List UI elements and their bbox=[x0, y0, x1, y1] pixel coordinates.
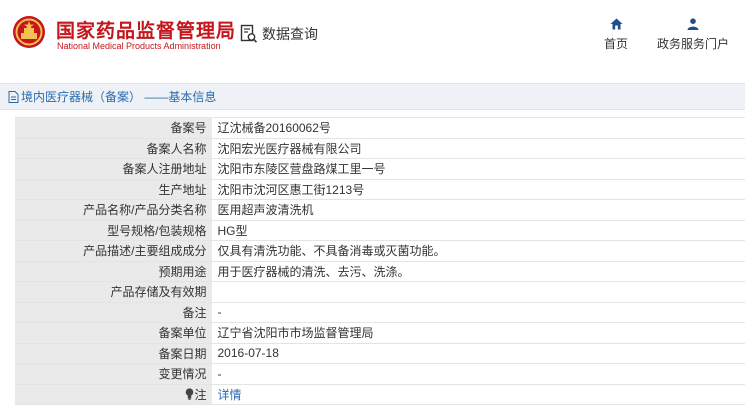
nav-home-label: 首页 bbox=[604, 37, 629, 51]
data-query-label: 数据查询 bbox=[262, 26, 318, 42]
table-row: 型号规格/包装规格 HG型 bbox=[15, 219, 745, 241]
note-label-text: 注 bbox=[194, 387, 207, 402]
field-value: HG型 bbox=[212, 219, 745, 241]
user-icon bbox=[687, 18, 699, 30]
table-row: 预期用途 用于医疗器械的清洗、去污、洗涤。 bbox=[15, 260, 745, 282]
table-row: 备注 - bbox=[15, 301, 745, 323]
table-row: 产品描述/主要组成成分 仅具有清洗功能、不具备消毒或灭菌功能。 bbox=[15, 240, 745, 262]
nav-service-portal[interactable]: 政务服务门户 bbox=[657, 18, 729, 52]
field-label: 产品名称/产品分类名称 bbox=[15, 199, 213, 221]
table-row: 备案单位 辽宁省沈阳市市场监督管理局 bbox=[15, 322, 745, 344]
field-value: 医用超声波清洗机 bbox=[212, 199, 745, 221]
emblem-logo bbox=[13, 16, 45, 48]
detail-table: 备案号 辽沈械备20160062号 备案人名称 沈阳宏光医疗器械有限公司 备案人… bbox=[15, 117, 745, 405]
field-value: 沈阳市沈河区惠工街1213号 bbox=[212, 178, 745, 200]
field-value: - bbox=[212, 363, 745, 385]
table-row: 备案人名称 沈阳宏光医疗器械有限公司 bbox=[15, 137, 745, 159]
table-row-note: 注 详情 bbox=[15, 383, 745, 405]
table-row: 变更情况 - bbox=[15, 363, 745, 385]
site-subtitle-en: National Medical Products Administration bbox=[57, 41, 221, 51]
field-value: 沈阳市东陵区营盘路煤工里一号 bbox=[212, 158, 745, 180]
field-label: 备注 bbox=[15, 301, 213, 323]
breadcrumb-text: 境内医疗器械（备案） ——基本信息 bbox=[21, 90, 217, 104]
data-query-link[interactable]: 数据查询 bbox=[240, 23, 318, 45]
home-icon bbox=[610, 18, 622, 30]
field-label: 预期用途 bbox=[15, 260, 213, 282]
nav-service-label: 政务服务门户 bbox=[657, 37, 730, 51]
field-value: 用于医疗器械的清洗、去污、洗涤。 bbox=[212, 260, 745, 282]
field-label: 型号规格/包装规格 bbox=[15, 219, 213, 241]
field-value: 2016-07-18 bbox=[212, 342, 745, 364]
table-row: 产品存储及有效期 bbox=[15, 281, 745, 303]
document-icon bbox=[8, 90, 19, 103]
note-label: 注 bbox=[185, 386, 207, 403]
note-label-cell: 注 bbox=[15, 383, 213, 405]
field-label: 变更情况 bbox=[15, 363, 213, 385]
field-label: 产品存储及有效期 bbox=[15, 281, 213, 303]
field-label: 备案人注册地址 bbox=[15, 158, 213, 180]
nav-home[interactable]: 首页 bbox=[604, 18, 628, 52]
breadcrumb: 境内医疗器械（备案） ——基本信息 bbox=[0, 83, 745, 110]
document-search-icon bbox=[240, 24, 258, 43]
field-value: 辽宁省沈阳市市场监督管理局 bbox=[212, 322, 745, 344]
field-label: 备案单位 bbox=[15, 322, 213, 344]
field-value: 辽沈械备20160062号 bbox=[212, 117, 745, 139]
site-header: 国家药品监督管理局 National Medical Products Admi… bbox=[0, 0, 745, 70]
table-row: 备案号 辽沈械备20160062号 bbox=[15, 117, 745, 139]
field-label: 生产地址 bbox=[15, 178, 213, 200]
field-label: 备案人名称 bbox=[15, 137, 213, 159]
field-label: 产品描述/主要组成成分 bbox=[15, 240, 213, 262]
table-row: 生产地址 沈阳市沈河区惠工街1213号 bbox=[15, 178, 745, 200]
site-title: 国家药品监督管理局 bbox=[56, 21, 237, 42]
table-row: 备案日期 2016-07-18 bbox=[15, 342, 745, 364]
field-label: 备案号 bbox=[15, 117, 213, 139]
field-value: 沈阳宏光医疗器械有限公司 bbox=[212, 137, 745, 159]
field-label: 备案日期 bbox=[15, 342, 213, 364]
table-row: 产品名称/产品分类名称 医用超声波清洗机 bbox=[15, 199, 745, 221]
note-value-cell: 详情 bbox=[212, 383, 745, 405]
details-link[interactable]: 详情 bbox=[218, 388, 242, 402]
field-value: 仅具有清洗功能、不具备消毒或灭菌功能。 bbox=[212, 240, 745, 262]
lightbulb-icon bbox=[186, 388, 194, 400]
table-row: 备案人注册地址 沈阳市东陵区营盘路煤工里一号 bbox=[15, 158, 745, 180]
field-value: - bbox=[212, 301, 745, 323]
field-value bbox=[212, 281, 745, 303]
